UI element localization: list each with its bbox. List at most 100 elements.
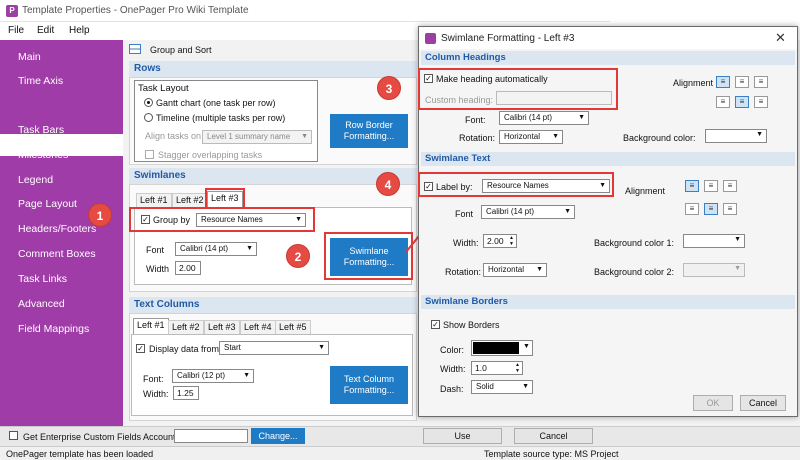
text-col-tab-left-5[interactable]: Left #5: [275, 320, 311, 334]
group-by-checkbox[interactable]: ✓: [141, 215, 150, 224]
menu-file[interactable]: File: [8, 25, 24, 36]
dialog-cancel-button[interactable]: Cancel: [740, 395, 786, 411]
stagger-label: Stagger overlapping tasks: [158, 150, 263, 160]
dialog-ok-button[interactable]: OK: [693, 395, 733, 411]
text-column-formatting-button[interactable]: Text Column Formatting...: [330, 366, 408, 404]
heading-font-label: Font:: [465, 115, 486, 125]
text-col-tab-left-3[interactable]: Left #3: [204, 320, 240, 334]
text-bg1-color-select[interactable]: ▼: [683, 234, 745, 248]
use-button[interactable]: Use: [423, 428, 502, 444]
step-marker-1: 1: [88, 203, 112, 227]
label-by-select[interactable]: Resource Names ▼: [482, 179, 610, 193]
sidebar-item-rows-swimlanes[interactable]: Rows/Swimlanes: [4, 99, 89, 111]
text-col-tab-left-1[interactable]: Left #1: [133, 318, 169, 334]
text-align-bottom-left-icon[interactable]: ≡: [685, 203, 699, 215]
sidebar-item-field-mappings[interactable]: Field Mappings: [18, 323, 89, 335]
step-marker-2: 2: [286, 244, 310, 268]
chevron-down-icon: ▼: [318, 344, 325, 351]
heading-align-bottom-center-icon[interactable]: ≡: [735, 96, 749, 108]
border-dash-select[interactable]: Solid ▼: [471, 380, 533, 394]
swimlane-font-value: Calibri (14 pt): [180, 244, 229, 253]
text-align-bottom-right-icon[interactable]: ≡: [723, 203, 737, 215]
group-sort-label[interactable]: Group and Sort: [150, 45, 212, 55]
sidebar: Main Time Axis Rows/Swimlanes Task Bars …: [0, 40, 123, 426]
text-columns-heading: Text Columns: [129, 297, 417, 313]
heading-align-top-center-icon[interactable]: ≡: [735, 76, 749, 88]
spinner-arrows-icon[interactable]: ▲ ▼: [514, 362, 521, 374]
main-cancel-button[interactable]: Cancel: [514, 428, 593, 444]
sidebar-item-task-bars[interactable]: Task Bars: [18, 124, 64, 136]
text-font-select[interactable]: Calibri (14 pt) ▼: [481, 205, 575, 219]
sidebar-item-legend[interactable]: Legend: [18, 174, 53, 186]
close-icon[interactable]: ✕: [775, 30, 786, 46]
chevron-down-icon: ▼: [246, 245, 253, 252]
account-input[interactable]: [174, 429, 248, 443]
dialog-title-bar: Swimlane Formatting - Left #3 ✕: [419, 27, 797, 49]
make-heading-checkbox[interactable]: ✓: [424, 74, 433, 83]
step-marker-4: 4: [376, 172, 400, 196]
make-heading-label: Make heading automatically: [436, 74, 548, 84]
display-data-select[interactable]: Start ▼: [219, 341, 329, 355]
text-col-width-input[interactable]: 1.25: [173, 386, 199, 400]
text-rotation-select[interactable]: Horizontal ▼: [483, 263, 547, 277]
column-headings-heading: Column Headings: [421, 51, 795, 65]
text-col-width-value: 1.25: [177, 388, 194, 398]
spinner-arrows-icon[interactable]: ▲ ▼: [508, 235, 515, 247]
heading-bg-color-select[interactable]: ▼: [705, 129, 767, 143]
heading-font-select[interactable]: Calibri (14 pt) ▼: [499, 111, 589, 125]
border-width-input[interactable]: 1.0 ▲ ▼: [471, 361, 523, 375]
text-align-top-right-icon[interactable]: ≡: [723, 180, 737, 192]
swimlane-width-input[interactable]: 2.00: [175, 261, 201, 275]
sidebar-item-time-axis[interactable]: Time Axis: [18, 75, 63, 87]
heading-align-bottom-right-icon[interactable]: ≡: [754, 96, 768, 108]
window-title: Template Properties - OnePager Pro Wiki …: [22, 5, 249, 16]
app-icon: P: [6, 5, 18, 17]
text-align-bottom-center-icon[interactable]: ≡: [704, 203, 718, 215]
show-borders-checkbox[interactable]: ✓: [431, 320, 440, 329]
swimlane-tab-left-1[interactable]: Left #1: [136, 193, 172, 207]
align-tasks-label: Align tasks on: [145, 131, 202, 141]
sidebar-item-page-layout[interactable]: Page Layout: [18, 198, 77, 210]
gantt-option-label: Gantt chart (one task per row): [156, 98, 276, 108]
text-width-input[interactable]: 2.00 ▲ ▼: [483, 234, 517, 248]
text-col-tab-left-4[interactable]: Left #4: [240, 320, 276, 334]
swimlane-font-select[interactable]: Calibri (14 pt) ▼: [175, 242, 257, 256]
sidebar-item-advanced[interactable]: Advanced: [18, 298, 65, 310]
menu-edit[interactable]: Edit: [37, 25, 54, 36]
heading-align-top-right-icon[interactable]: ≡: [754, 76, 768, 88]
text-width-label: Width:: [453, 238, 479, 248]
swimlane-tab-left-2[interactable]: Left #2: [172, 193, 208, 207]
row-border-formatting-button[interactable]: Row Border Formatting...: [330, 114, 408, 148]
sidebar-item-main[interactable]: Main: [18, 51, 41, 63]
display-data-checkbox[interactable]: ✓: [136, 344, 145, 353]
label-by-value: Resource Names: [487, 181, 549, 190]
heading-rotation-label: Rotation:: [459, 133, 496, 143]
group-by-select[interactable]: Resource Names ▼: [196, 213, 306, 227]
enterprise-fields-checkbox[interactable]: [9, 431, 18, 440]
chevron-down-icon: ▼: [536, 266, 543, 273]
sidebar-item-headers-footers[interactable]: Headers/Footers: [18, 223, 96, 235]
sidebar-item-comment-boxes[interactable]: Comment Boxes: [18, 248, 96, 260]
sidebar-item-milestones[interactable]: Milestones: [18, 149, 68, 161]
heading-alignment-label: Alignment: [673, 78, 714, 88]
text-col-font-value: Calibri (12 pt): [177, 371, 226, 380]
timeline-radio[interactable]: [144, 113, 153, 122]
gantt-radio[interactable]: [144, 98, 153, 107]
swimlane-tab-left-3[interactable]: Left #3: [207, 191, 243, 207]
menu-help[interactable]: Help: [69, 25, 90, 36]
text-rotation-value: Horizontal: [488, 265, 525, 274]
text-col-font-select[interactable]: Calibri (12 pt) ▼: [172, 369, 254, 383]
dialog-title: Swimlane Formatting - Left #3: [441, 33, 575, 44]
border-color-select[interactable]: ▼: [471, 340, 533, 356]
label-by-checkbox[interactable]: ✓: [424, 182, 433, 191]
heading-align-bottom-left-icon[interactable]: ≡: [716, 96, 730, 108]
text-align-top-center-icon[interactable]: ≡: [704, 180, 718, 192]
heading-rotation-select[interactable]: Horizontal ▼: [499, 130, 563, 144]
swimlane-formatting-button[interactable]: Swimlane Formatting...: [330, 238, 408, 276]
change-button[interactable]: Change...: [251, 428, 305, 444]
sidebar-item-task-links[interactable]: Task Links: [18, 273, 67, 285]
heading-align-top-left-icon[interactable]: ≡: [716, 76, 730, 88]
text-align-top-left-icon[interactable]: ≡: [685, 180, 699, 192]
chevron-down-icon: ▼: [523, 343, 530, 350]
text-col-tab-left-2[interactable]: Left #2: [168, 320, 204, 334]
